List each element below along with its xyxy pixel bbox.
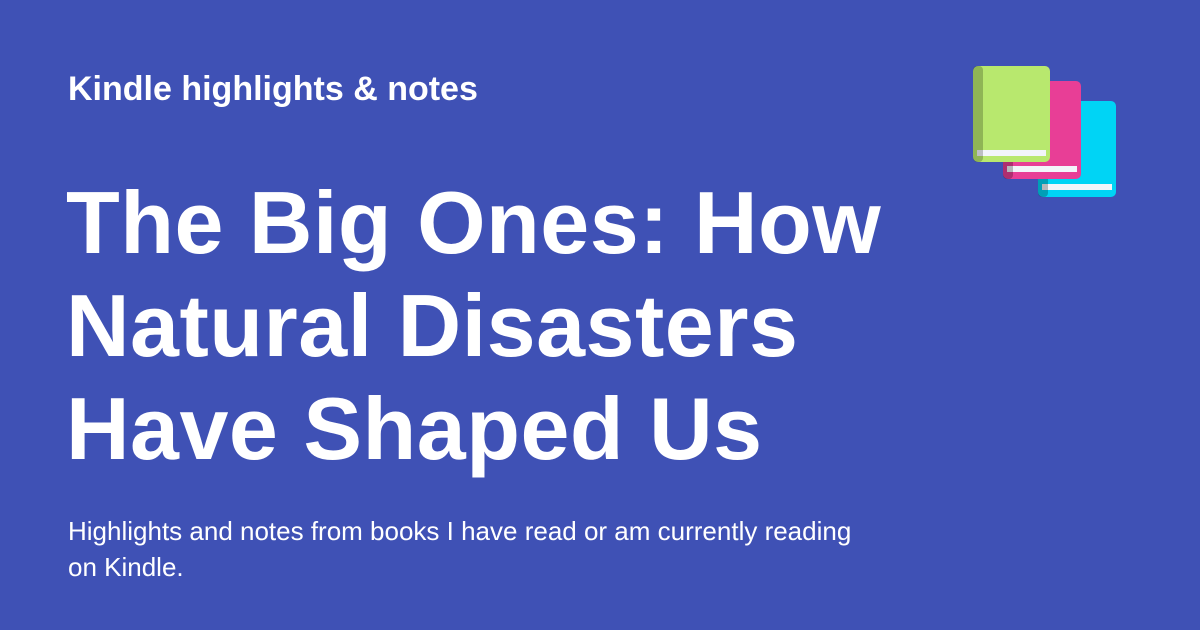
green-book-icon <box>973 66 1050 162</box>
page-description: Highlights and notes from books I have r… <box>68 516 852 582</box>
social-card: Kindle highlights & notes The Big Ones: … <box>0 0 1200 630</box>
site-label: Kindle highlights & notes <box>68 70 478 108</box>
page-title: The Big Ones: How Natural Disasters Have… <box>66 173 882 478</box>
books-stack-icon <box>973 66 1116 197</box>
